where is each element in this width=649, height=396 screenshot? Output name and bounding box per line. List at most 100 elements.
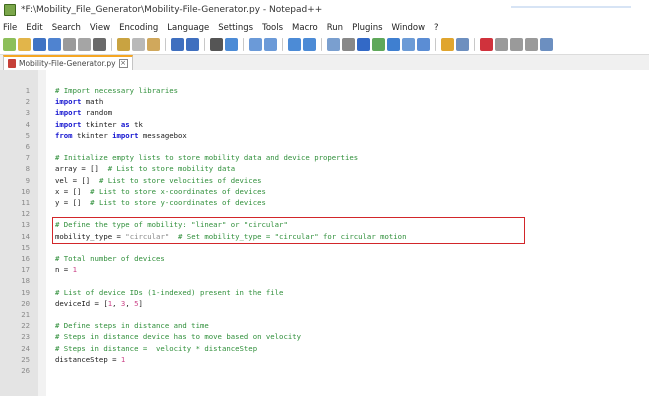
- code-line[interactable]: 18: [0, 275, 649, 286]
- sync-vertical-icon[interactable]: [288, 38, 301, 51]
- line-number: 14: [21, 231, 30, 241]
- code-line[interactable]: 16 # Total number of devices: [0, 253, 649, 264]
- toolbar-separator: [243, 38, 244, 51]
- tab-mobility-file-generator[interactable]: Mobility-File-Generator.py ×: [3, 55, 133, 70]
- menu-macro[interactable]: Macro: [292, 23, 318, 33]
- code-token: # Import necessary libraries: [55, 86, 179, 95]
- line-number: 16: [21, 254, 30, 263]
- redo-icon[interactable]: [186, 38, 199, 51]
- new-file-icon[interactable]: [3, 38, 16, 51]
- record-macro-icon[interactable]: [480, 38, 493, 51]
- menu-settings[interactable]: Settings: [218, 23, 253, 33]
- menu-run[interactable]: Run: [327, 23, 343, 33]
- code-token: import: [55, 108, 82, 118]
- folder-workspace-icon[interactable]: [417, 38, 430, 51]
- code-line[interactable]: 6: [0, 141, 649, 152]
- code-line[interactable]: 25 distanceStep = 1: [0, 354, 649, 365]
- line-number: 21: [21, 310, 30, 319]
- code-editor[interactable]: 1 # Import necessary libraries 2 import mat…: [0, 70, 649, 396]
- close-all-icon[interactable]: [78, 38, 91, 51]
- code-token: messagebox: [138, 130, 187, 140]
- menu-language[interactable]: Language: [167, 23, 209, 33]
- code-line[interactable]: 9 vel = [] # List to store velocities of …: [0, 175, 649, 186]
- menu-plugins[interactable]: Plugins: [352, 23, 382, 33]
- menu-view[interactable]: View: [90, 23, 110, 33]
- code-line[interactable]: 3 import random: [0, 107, 649, 118]
- code-line[interactable]: 20 deviceId = [1, 3, 5]: [0, 298, 649, 309]
- menu-tools[interactable]: Tools: [262, 23, 283, 33]
- code-text: y = [] # List to store y-coordinates of …: [55, 197, 266, 208]
- menu-edit[interactable]: Edit: [26, 23, 42, 33]
- macro-icon[interactable]: [456, 38, 469, 51]
- code-line[interactable]: 11 y = [] # List to store y-coordinates o…: [0, 197, 649, 208]
- modified-file-icon: [8, 59, 16, 68]
- print-icon[interactable]: [93, 38, 106, 51]
- menu-bar: File Edit Search View Encoding Language …: [0, 20, 649, 35]
- function-list-icon[interactable]: [402, 38, 415, 51]
- code-line[interactable]: 22 # Define steps in distance and time: [0, 320, 649, 331]
- menu-window[interactable]: Window: [392, 23, 426, 33]
- code-line[interactable]: 8 array = [] # List to store mobility dat…: [0, 163, 649, 174]
- save-macro-icon[interactable]: [540, 38, 553, 51]
- indent-guide-icon[interactable]: [357, 38, 370, 51]
- close-tab-icon[interactable]: ×: [118, 59, 128, 68]
- word-wrap-icon[interactable]: [327, 38, 340, 51]
- code-line[interactable]: 4 import tkinter as tk: [0, 119, 649, 130]
- doc-map-icon[interactable]: [387, 38, 400, 51]
- line-number: 8: [25, 164, 30, 174]
- code-line[interactable]: 2 import math: [0, 96, 649, 107]
- menu-search[interactable]: Search: [52, 23, 81, 33]
- paste-icon[interactable]: [147, 38, 160, 51]
- menu-encoding[interactable]: Encoding: [119, 23, 158, 33]
- code-line[interactable]: 26: [0, 365, 649, 376]
- run-macro-multiple-icon[interactable]: [525, 38, 538, 51]
- code-token: import: [112, 130, 139, 140]
- menu-help[interactable]: ?: [434, 23, 439, 33]
- code-token: math: [81, 97, 104, 107]
- code-line[interactable]: 21: [0, 309, 649, 320]
- code-line[interactable]: 5 from tkinter import messagebox: [0, 130, 649, 141]
- zoom-in-icon[interactable]: [249, 38, 262, 51]
- code-line[interactable]: 1 # Import necessary libraries: [0, 85, 649, 96]
- save-icon[interactable]: [33, 38, 46, 51]
- code-token: # List of device IDs (1-indexed) present…: [55, 287, 284, 297]
- line-number: 7: [25, 153, 30, 163]
- save-all-icon[interactable]: [48, 38, 61, 51]
- code-line[interactable]: 10 x = [] # List to store x-coordinates o…: [0, 186, 649, 197]
- code-token: ]: [138, 298, 143, 308]
- code-token: vel = []: [55, 175, 95, 185]
- code-line[interactable]: 17 n = 1: [0, 264, 649, 275]
- code-line[interactable]: 23 # Steps in distance device has to move…: [0, 331, 649, 342]
- code-token: # Steps in distance device has to move b…: [55, 332, 302, 342]
- code-line[interactable]: 24 # Steps in distance = velocity * dista…: [0, 343, 649, 354]
- play-macro-icon[interactable]: [510, 38, 523, 51]
- sync-horizontal-icon[interactable]: [303, 38, 316, 51]
- open-file-icon[interactable]: [18, 38, 31, 51]
- line-number: 15: [21, 242, 30, 252]
- code-token: as: [120, 119, 130, 129]
- zoom-out-icon[interactable]: [264, 38, 277, 51]
- code-text: # Steps in distance device has to move b…: [55, 331, 301, 342]
- copy-icon[interactable]: [132, 38, 145, 51]
- code-line[interactable]: 19 # List of device IDs (1-indexed) prese…: [0, 287, 649, 298]
- find-icon[interactable]: [210, 38, 223, 51]
- code-line[interactable]: 7 # Initialize empty lists to store mobil…: [0, 152, 649, 163]
- title-accent: [511, 6, 631, 8]
- menu-file[interactable]: File: [3, 23, 17, 33]
- toolbar-separator: [111, 38, 112, 51]
- code-token: import: [55, 119, 82, 129]
- line-number: 2: [25, 97, 30, 107]
- show-all-chars-icon[interactable]: [342, 38, 355, 51]
- close-file-icon[interactable]: [63, 38, 76, 51]
- code-token: x = []: [55, 186, 86, 196]
- monitoring-icon[interactable]: [441, 38, 454, 51]
- code-text: # List of device IDs (1-indexed) present…: [55, 287, 283, 298]
- undo-icon[interactable]: [171, 38, 184, 51]
- stop-macro-icon[interactable]: [495, 38, 508, 51]
- highlight-box: [52, 217, 525, 244]
- cut-icon[interactable]: [117, 38, 130, 51]
- line-number: 17: [21, 265, 30, 275]
- code-text: distanceStep = 1: [55, 354, 125, 365]
- user-lang-icon[interactable]: [372, 38, 385, 51]
- replace-icon[interactable]: [225, 38, 238, 51]
